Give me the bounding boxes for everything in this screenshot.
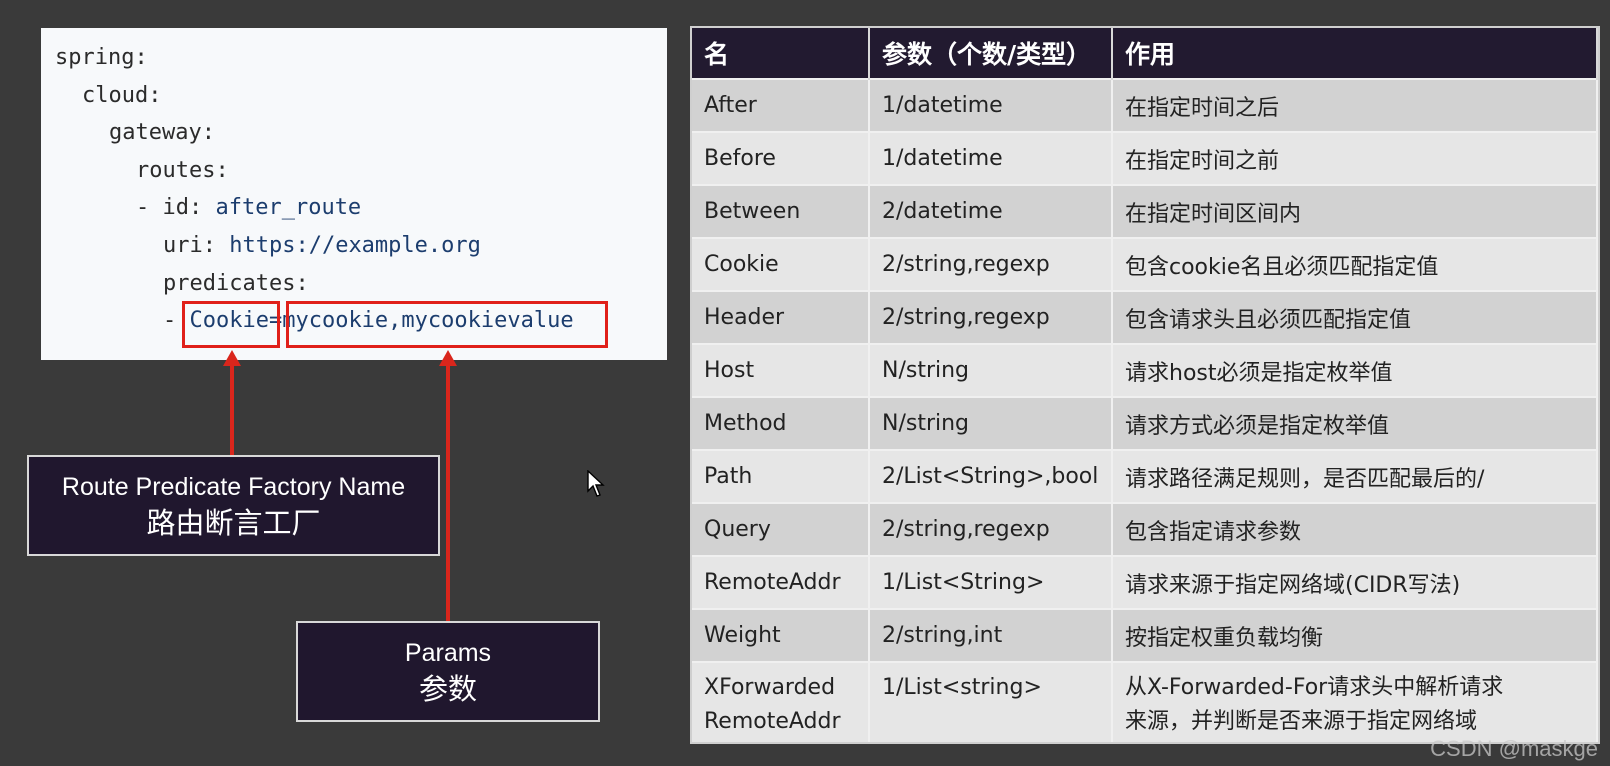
cell-effect: 包含cookie名且必须匹配指定值: [1112, 237, 1598, 291]
header-name: 名: [692, 28, 870, 79]
cell-name: RemoteAddr: [692, 555, 870, 609]
header-params: 参数（个数/类型）: [869, 28, 1113, 79]
table-row: Method N/string 请求方式必须是指定枚举值: [692, 396, 1598, 450]
factory-name-label: Route Predicate Factory Name 路由断言工厂: [27, 455, 440, 556]
cell-name: Path: [692, 449, 870, 503]
table-row: Weight 2/string,int 按指定权重负载均衡: [692, 608, 1598, 662]
cell-effect: 请求host必须是指定枚举值: [1112, 343, 1598, 397]
cell-name: Cookie: [692, 237, 870, 291]
cell-effect: 请求方式必须是指定枚举值: [1112, 396, 1598, 450]
table-row: XForwarded RemoteAddr 1/List<string> 从X-Fo…: [692, 661, 1598, 742]
arrow-line: [230, 362, 234, 458]
cell-params: N/string: [869, 396, 1113, 450]
table-row: Between 2/datetime 在指定时间区间内: [692, 184, 1598, 238]
cell-name: Query: [692, 502, 870, 556]
table-row: Before 1/datetime 在指定时间之前: [692, 131, 1598, 185]
params-label: Params 参数: [296, 621, 600, 722]
cell-effect: 按指定权重负载均衡: [1112, 608, 1598, 662]
cell-params: 1/List<string>: [869, 661, 1113, 742]
cell-name: Method: [692, 396, 870, 450]
cell-effect: 在指定时间之前: [1112, 131, 1598, 185]
code-line: cloud:: [82, 83, 162, 108]
cell-params: 2/string,int: [869, 608, 1113, 662]
cell-name: Before: [692, 131, 870, 185]
factory-name-en: Route Predicate Factory Name: [61, 472, 406, 501]
cell-name: Between: [692, 184, 870, 238]
cell-params: 1/List<String>: [869, 555, 1113, 609]
params-highlight: [286, 301, 608, 348]
cell-effect: 在指定时间区间内: [1112, 184, 1598, 238]
params-zh: 参数: [418, 671, 477, 706]
cell-name: Header: [692, 290, 870, 344]
cell-params: N/string: [869, 343, 1113, 397]
table-header-row: 名 参数（个数/类型） 作用: [692, 28, 1598, 79]
cell-name: After: [692, 78, 870, 132]
cell-params: 2/string,regexp: [869, 290, 1113, 344]
table-row: Cookie 2/string,regexp 包含cookie名且必须匹配指定值: [692, 237, 1598, 291]
arrow-line: [446, 362, 450, 622]
code-line: uri: https://example.org: [163, 233, 481, 258]
code-line: gateway:: [109, 120, 215, 145]
factory-name-highlight: [182, 301, 280, 348]
cell-params: 2/datetime: [869, 184, 1113, 238]
cell-params: 1/datetime: [869, 78, 1113, 132]
table-row: Query 2/string,regexp 包含指定请求参数: [692, 502, 1598, 556]
table-row: RemoteAddr 1/List<String> 请求来源于指定网络域(CIDR写…: [692, 555, 1598, 609]
cell-params: 2/List<String>,bool: [869, 449, 1113, 503]
cell-params: 2/string,regexp: [869, 502, 1113, 556]
factory-name-zh: 路由断言工厂: [146, 505, 321, 540]
code-line: routes:: [136, 158, 229, 183]
cell-params: 2/string,regexp: [869, 237, 1113, 291]
code-line: predicates:: [163, 271, 309, 296]
table-row: Header 2/string,regexp 包含请求头且必须匹配指定值: [692, 290, 1598, 344]
header-effect: 作用: [1112, 28, 1598, 79]
cell-name: XForwarded RemoteAddr: [692, 661, 870, 742]
table-row: Host N/string 请求host必须是指定枚举值: [692, 343, 1598, 397]
table-row: After 1/datetime 在指定时间之后: [692, 78, 1598, 132]
cell-effect: 从X-Forwarded-For请求头中解析请求 来源，并判断是否来源于指定网络…: [1112, 661, 1598, 742]
cell-effect: 请求来源于指定网络域(CIDR写法): [1112, 555, 1598, 609]
params-en: Params: [404, 638, 492, 667]
table-row: Path 2/List<String>,bool 请求路径满足规则，是否匹配最后的/: [692, 449, 1598, 503]
cell-effect: 请求路径满足规则，是否匹配最后的/: [1112, 449, 1598, 503]
mouse-cursor-icon: [587, 470, 605, 497]
cell-effect: 包含请求头且必须匹配指定值: [1112, 290, 1598, 344]
cell-params: 1/datetime: [869, 131, 1113, 185]
code-line: - id: after_route: [136, 195, 362, 220]
code-line: spring:: [55, 45, 148, 70]
arrow-up-icon: [223, 350, 241, 366]
arrow-up-icon: [439, 350, 457, 366]
cell-effect: 包含指定请求参数: [1112, 502, 1598, 556]
predicate-table: 名 参数（个数/类型） 作用 After 1/datetime 在指定时间之后 Bef…: [690, 26, 1600, 744]
cell-effect: 在指定时间之后: [1112, 78, 1598, 132]
cell-name: Weight: [692, 608, 870, 662]
watermark: CSDN @maskge: [1430, 736, 1598, 761]
cell-name: Host: [692, 343, 870, 397]
